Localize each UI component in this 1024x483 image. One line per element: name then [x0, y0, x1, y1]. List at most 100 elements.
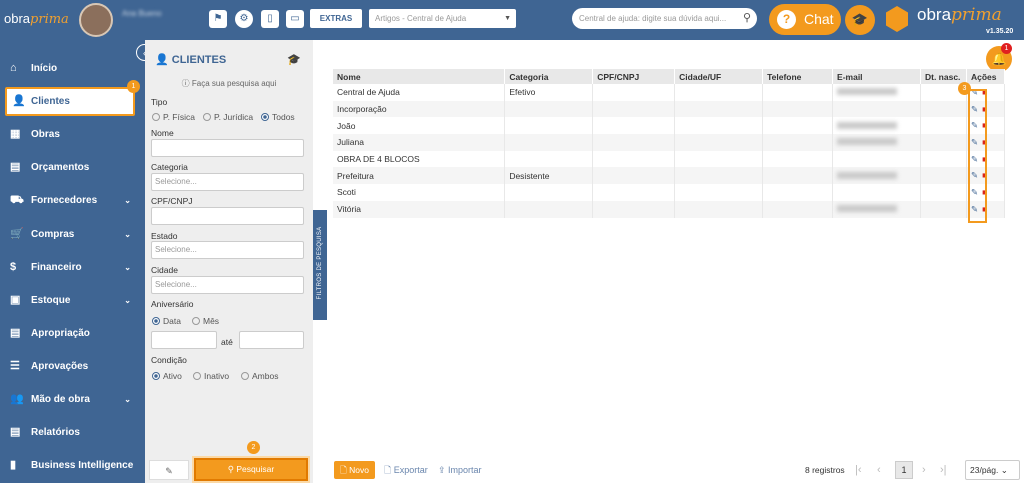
column-header[interactable]: Categoria [504, 69, 594, 84]
estado-label: Estado [151, 231, 178, 241]
flag-icon[interactable]: ⚑ [209, 10, 227, 28]
sidebar-item-0[interactable]: ⌂ Início [0, 52, 145, 85]
sidebar-item-2[interactable]: ▦ Obras [0, 118, 145, 151]
table-row[interactable]: João ✎ ■ [333, 117, 1006, 135]
date-to-input[interactable] [239, 331, 304, 349]
blurred-email [837, 138, 898, 146]
search-button[interactable]: ⚲ Pesquisar [194, 458, 308, 481]
top-bar: obraprima Ana Bueno ⚑ ⚙ ▯ ▭ EXTRAS Artig… [0, 0, 1024, 40]
module-select-value: Artigos - Central de Ajuda [375, 14, 467, 23]
sidebar-item-11[interactable]: ▤ Relatórios [0, 416, 145, 449]
avatar[interactable] [79, 3, 113, 37]
filters-tab[interactable]: FILTROS DE PESQUISA [313, 210, 327, 320]
date-from-input[interactable] [151, 331, 217, 349]
table-row[interactable]: Central de Ajuda Efetivo ✎ ■ [333, 84, 1006, 101]
aniversario-label: Aniversário [151, 299, 194, 309]
truck-icon: ⛟ [10, 194, 24, 207]
cidade-select[interactable]: Selecione... [151, 276, 304, 294]
sidebar-item-5[interactable]: 🛒 Compras ⌄ [0, 218, 145, 251]
table-row[interactable]: OBRA DE 4 BLOCOS ✎ ■ [333, 150, 1006, 168]
cell-email [832, 167, 921, 185]
first-page-icon[interactable]: |‹ [855, 461, 862, 479]
logo[interactable]: obraprima [4, 11, 69, 27]
column-header[interactable]: Telefone [762, 69, 834, 84]
sidebar-item-1[interactable]: 👤 Clientes [5, 87, 135, 117]
extras-button[interactable]: EXTRAS [310, 9, 362, 28]
radio-ambos[interactable]: Ambos [241, 371, 278, 381]
cell-nome: Vitória [333, 200, 506, 218]
table-row[interactable]: Incorporação ✎ ■ [333, 100, 1006, 118]
chevron-down-icon: ⌄ [124, 295, 131, 305]
column-header[interactable]: CPF/CNPJ [592, 69, 676, 84]
column-header[interactable]: Ações [966, 69, 1006, 84]
sidebar-item-8[interactable]: ▤ Apropriação [0, 317, 145, 350]
estado-select[interactable]: Selecione... [151, 241, 304, 259]
sidebar-item-7[interactable]: ▣ Estoque ⌄ [0, 284, 145, 317]
import-link[interactable]: ⇪ Importar [438, 461, 482, 479]
cell-nome: Scoti [333, 184, 506, 201]
sidebar-item-label: Obras [31, 129, 60, 141]
column-header[interactable]: Cidade/UF [674, 69, 764, 84]
radio-data[interactable]: Data [152, 316, 181, 326]
sidebar-item-label: Relatórios [31, 427, 80, 439]
nome-input[interactable] [151, 139, 304, 157]
sidebar-item-12[interactable]: ▮ Business Intelligence [0, 449, 145, 482]
sidebar-item-label: Orçamentos [31, 162, 90, 174]
sidebar: ⌂ Início 👤 Clientes 1 ▦ Obras ▤ Orçamentos ⛟ Forne… [0, 40, 145, 483]
column-header[interactable]: E-mail [832, 69, 921, 84]
radio-mes[interactable]: Mês [192, 316, 219, 326]
new-button[interactable]: 🗋 Novo [334, 461, 375, 479]
nome-label: Nome [151, 128, 174, 138]
sidebar-item-label: Estoque [31, 294, 71, 306]
table-row[interactable]: Scoti ✎ ■ [333, 184, 1006, 201]
table-row[interactable]: Vitória ✎ ■ [333, 200, 1006, 218]
help-search-input[interactable]: Central de ajuda: digite sua dúvida aqui… [572, 8, 757, 29]
table-row[interactable]: Prefeitura Desistente ✎ ■ [333, 167, 1006, 185]
radio-ativo[interactable]: Ativo [152, 371, 182, 381]
graduation-cap-icon[interactable]: 🎓 [287, 53, 301, 66]
sidebar-item-label: Compras [31, 228, 75, 240]
gear-icon[interactable]: ⚙ [235, 10, 253, 28]
filters-hint: ⓘ Faça sua pesquisa aqui [181, 79, 277, 88]
current-page[interactable]: 1 [895, 461, 913, 479]
sidebar-item-label: Business Intelligence [31, 460, 134, 472]
sidebar-item-10[interactable]: 👥 Mão de obra ⌄ [0, 383, 145, 416]
cell-nome: Incorporação [333, 100, 506, 118]
cpf-input[interactable] [151, 207, 304, 225]
column-header[interactable]: Nome [333, 69, 506, 84]
table-row[interactable]: Juliana ✎ ■ [333, 134, 1006, 151]
clients-table: Nome Categoria CPF/CNPJ Cidade/UF Telefone E-… [333, 69, 1006, 218]
radio-inativo[interactable]: Inativo [193, 371, 229, 381]
module-select[interactable]: Artigos - Central de Ajuda ▼ [369, 9, 516, 28]
next-page-icon[interactable]: › [922, 461, 926, 479]
search-icon[interactable]: ⚲ [743, 8, 751, 29]
radio-pfisica[interactable]: P. Física [152, 112, 195, 122]
cell [762, 200, 834, 218]
radio-pjuridica[interactable]: P. Jurídica [203, 112, 253, 122]
cell [762, 184, 834, 201]
sidebar-item-6[interactable]: $ Financeiro ⌄ [0, 251, 145, 284]
sidebar-item-3[interactable]: ▤ Orçamentos [0, 151, 145, 184]
radio-todos[interactable]: Todos [261, 112, 295, 122]
eraser-button[interactable]: ✎ [149, 460, 189, 480]
per-page-select[interactable]: 23/pág. ⌄ [965, 460, 1020, 480]
export-link[interactable]: 🗋 Exportar [384, 461, 428, 479]
monitor-icon[interactable]: ▭ [286, 10, 304, 28]
question-icon: ? [777, 10, 796, 29]
filters-tab-label: FILTROS DE PESQUISA [317, 226, 323, 300]
step-badge-1: 1 [127, 80, 140, 94]
sidebar-item-4[interactable]: ⛟ Fornecedores ⌄ [0, 184, 145, 217]
building-icon: ▦ [10, 128, 21, 141]
chat-button[interactable]: ? Chat [769, 4, 841, 35]
last-page-icon[interactable]: ›| [940, 461, 947, 479]
mobile-icon[interactable]: ▯ [261, 10, 279, 28]
graduation-cap-icon[interactable]: 🎓 [845, 5, 875, 35]
prev-page-icon[interactable]: ‹ [877, 461, 881, 479]
cell [920, 184, 967, 201]
user-name[interactable]: Ana Bueno [122, 8, 162, 30]
sidebar-item-9[interactable]: ☰ Aprovações [0, 350, 145, 383]
filters-panel: 👤 CLIENTES 🎓 ⓘ Faça sua pesquisa aqui Ti… [145, 40, 313, 483]
column-header[interactable]: Dt. nasc. [920, 69, 967, 84]
categoria-select[interactable]: Selecione... [151, 173, 304, 191]
cell [592, 200, 676, 218]
